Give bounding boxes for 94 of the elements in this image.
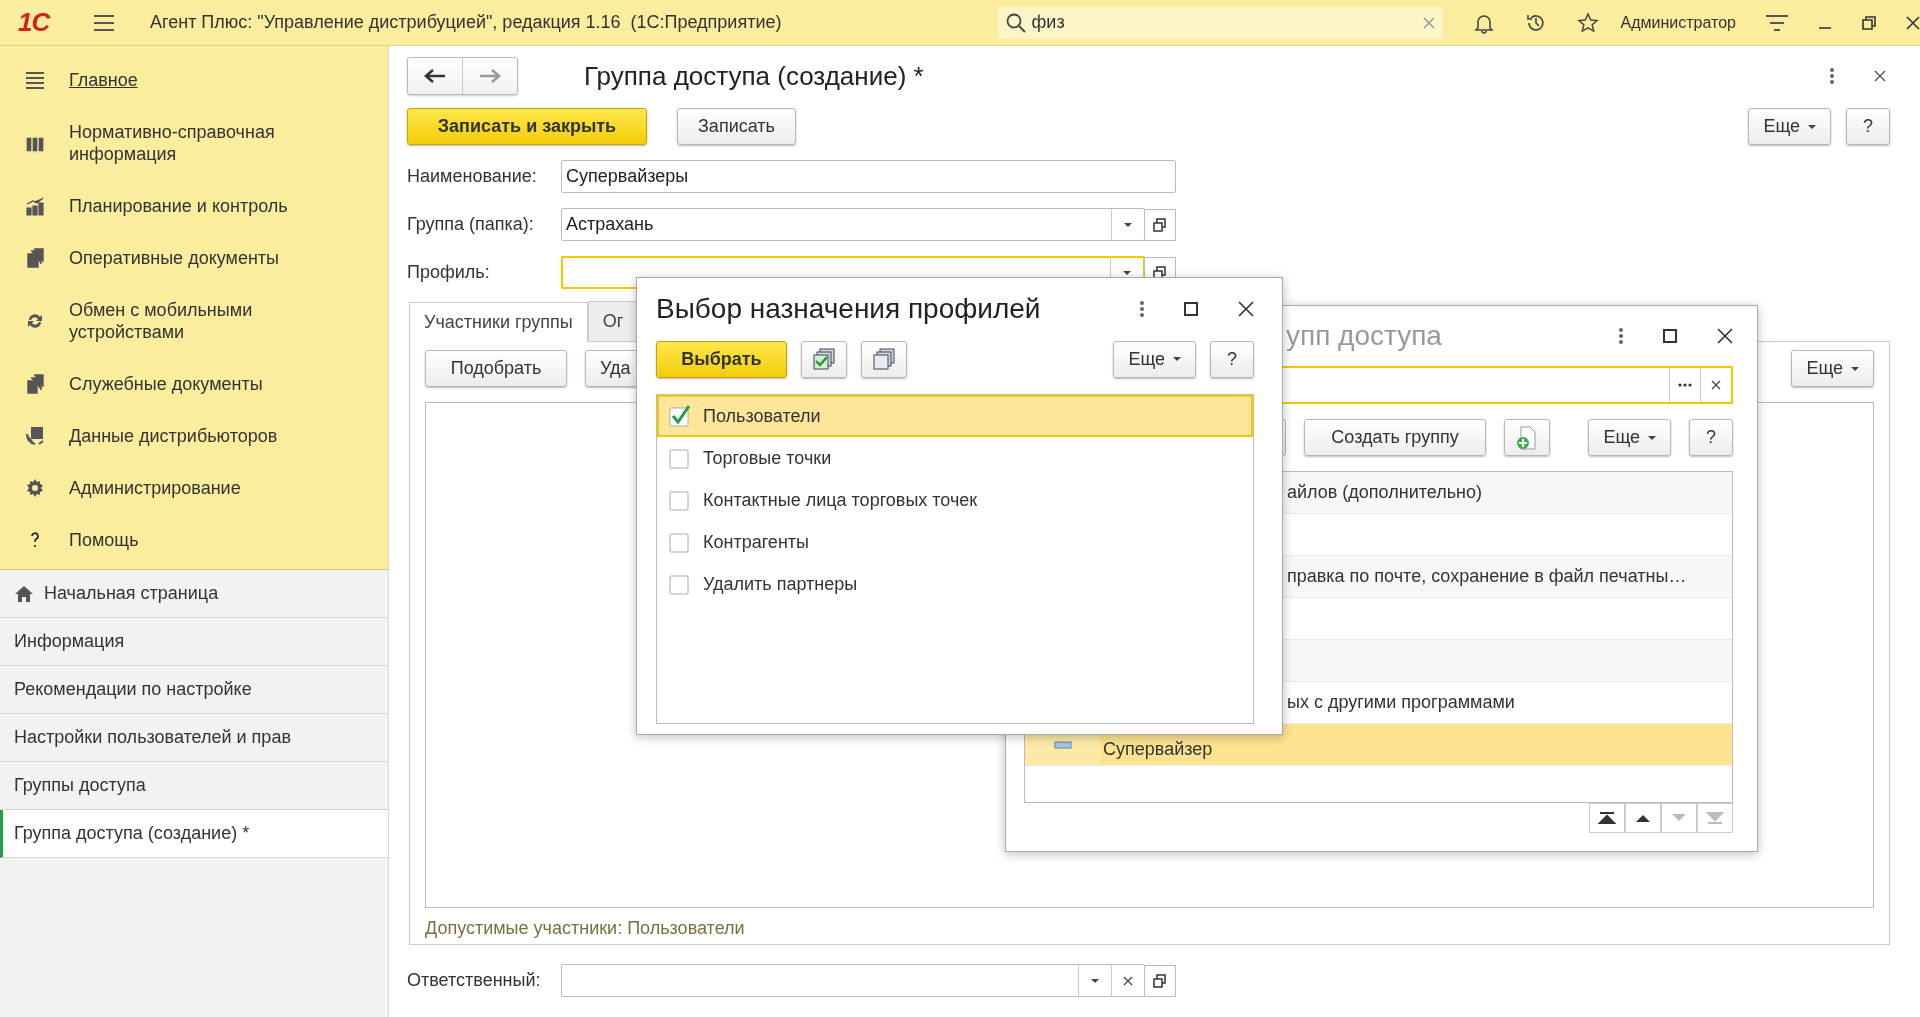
maximize-icon[interactable] (1184, 302, 1198, 316)
home-icon (14, 584, 34, 603)
user-name[interactable]: Администратор (1620, 13, 1736, 32)
app-logo[interactable]: 1С (18, 7, 70, 38)
caret-icon (1808, 124, 1816, 129)
more-button[interactable]: Еще (1113, 340, 1196, 378)
add-document-button[interactable] (1504, 419, 1550, 456)
help-button[interactable]: ? (1210, 340, 1254, 378)
save-button[interactable]: Записать (677, 108, 796, 145)
more-vertical-icon[interactable] (1830, 68, 1834, 84)
input-field[interactable]: Супервайзеры (561, 160, 1176, 193)
move-up-icon[interactable] (1625, 803, 1661, 833)
tab[interactable]: Участники группы (409, 302, 588, 342)
search-icon (1005, 12, 1026, 33)
list-item[interactable]: Пользователи (657, 395, 1253, 437)
table-cell: айлов (дополнительно) (1287, 482, 1482, 503)
more-button[interactable]: Еще (1748, 108, 1831, 145)
uncheck-all-icon (872, 348, 896, 370)
dialog-title: Выбор назначения профилей (656, 293, 1042, 325)
sync-icon (25, 311, 45, 331)
select-button[interactable]: Выбрать (656, 340, 787, 378)
table-cell: ых с другими программами (1287, 692, 1515, 713)
input-field[interactable] (561, 964, 1145, 997)
add-document-icon (1516, 425, 1538, 450)
more-icon[interactable] (1678, 383, 1692, 387)
checkbox[interactable] (669, 531, 691, 553)
close-icon[interactable] (1717, 328, 1733, 344)
uncheck-all-button[interactable] (861, 340, 907, 378)
table-cell: правка по почте, сохранение в файл печатны… (1287, 566, 1687, 587)
tab[interactable]: Ог (587, 301, 639, 341)
check-all-button[interactable] (801, 340, 847, 378)
input-field[interactable]: Астрахань (561, 208, 1145, 241)
field-label: Наименование: (407, 166, 538, 187)
section-item[interactable]: Оперативные документы (0, 232, 388, 284)
checkbox[interactable] (669, 447, 691, 469)
star-icon[interactable] (1576, 11, 1599, 34)
section-item[interactable]: Обмен с мобильными устройствами (0, 284, 388, 358)
chart-icon (25, 196, 45, 216)
caret-icon (1648, 435, 1656, 440)
filter-icon[interactable] (1766, 14, 1788, 31)
help-button[interactable]: ? (1689, 419, 1733, 456)
section-item[interactable]: Служебные документы (0, 358, 388, 410)
open-window-tab[interactable]: Настройки пользователей и прав (0, 714, 388, 762)
pick-button[interactable]: Подобрать (425, 350, 567, 387)
field-label: Профиль: (407, 262, 491, 283)
maximize-icon[interactable] (1663, 329, 1677, 343)
section-item[interactable]: Планирование и контроль (0, 180, 388, 232)
section-item[interactable]: Администрирование (0, 462, 388, 514)
field-label: Группа (папка): (407, 214, 535, 235)
form-title: Группа доступа (создание) * (584, 60, 924, 92)
open-window-tab[interactable]: Начальная страница (0, 570, 388, 618)
open-window-tab[interactable]: Информация (0, 618, 388, 666)
clear-icon[interactable] (1123, 975, 1133, 986)
field-label: Ответственный: (407, 970, 542, 991)
section-item[interactable]: Данные дистрибьюторов (0, 410, 388, 462)
save-and-close-button[interactable]: Записать и закрыть (407, 108, 647, 145)
section-item[interactable]: Нормативно-справочная информация (0, 106, 388, 180)
more-vertical-icon[interactable] (1140, 301, 1144, 317)
help-button[interactable]: ? (1846, 108, 1890, 145)
more-button[interactable]: Еще (1588, 419, 1671, 456)
move-top-icon[interactable] (1589, 803, 1625, 833)
clear-icon[interactable] (1711, 380, 1721, 390)
open-icon[interactable] (1144, 208, 1176, 241)
create-group-button[interactable]: Создать группу (1304, 419, 1486, 456)
open-window-tab[interactable]: Рекомендации по настройке (0, 666, 388, 714)
gear-icon (25, 478, 45, 498)
search-field[interactable]: физ (997, 6, 1443, 39)
checkbox[interactable] (669, 405, 691, 427)
profile-icon (1054, 740, 1072, 749)
open-window-tab[interactable]: Группа доступа (создание) * (0, 810, 388, 858)
section-item[interactable]: Помощь (0, 514, 388, 566)
open-icon[interactable] (1144, 964, 1176, 997)
checkbox[interactable] (669, 489, 691, 511)
docs-icon (25, 248, 45, 268)
close-icon[interactable] (1874, 70, 1886, 82)
close-icon[interactable] (1238, 301, 1254, 317)
menu-icon (25, 70, 45, 90)
checkbox[interactable] (669, 573, 691, 595)
allowed-members-note: Допустимые участники: Пользователи (425, 918, 746, 939)
caret-icon (1851, 366, 1859, 371)
more-vertical-icon[interactable] (1619, 328, 1623, 344)
menu-icon[interactable] (94, 14, 114, 31)
dropdown-icon[interactable] (1091, 978, 1099, 983)
window-title: Агент Плюс: "Управление дистрибуцией", редакция 1.16 (1С:Предприятие) (150, 12, 782, 33)
more-button[interactable]: Еще (1791, 350, 1874, 387)
restore-icon[interactable] (1862, 15, 1876, 30)
dialog-title: упп доступа (1286, 320, 1443, 352)
check-all-icon (812, 348, 836, 370)
docs2-icon (25, 374, 45, 394)
dropdown-icon[interactable] (1124, 222, 1132, 227)
close-icon[interactable] (1906, 15, 1920, 30)
caret-icon (1173, 357, 1181, 361)
dropdown-icon[interactable] (1123, 270, 1131, 275)
section-item[interactable]: Главное (0, 54, 388, 106)
